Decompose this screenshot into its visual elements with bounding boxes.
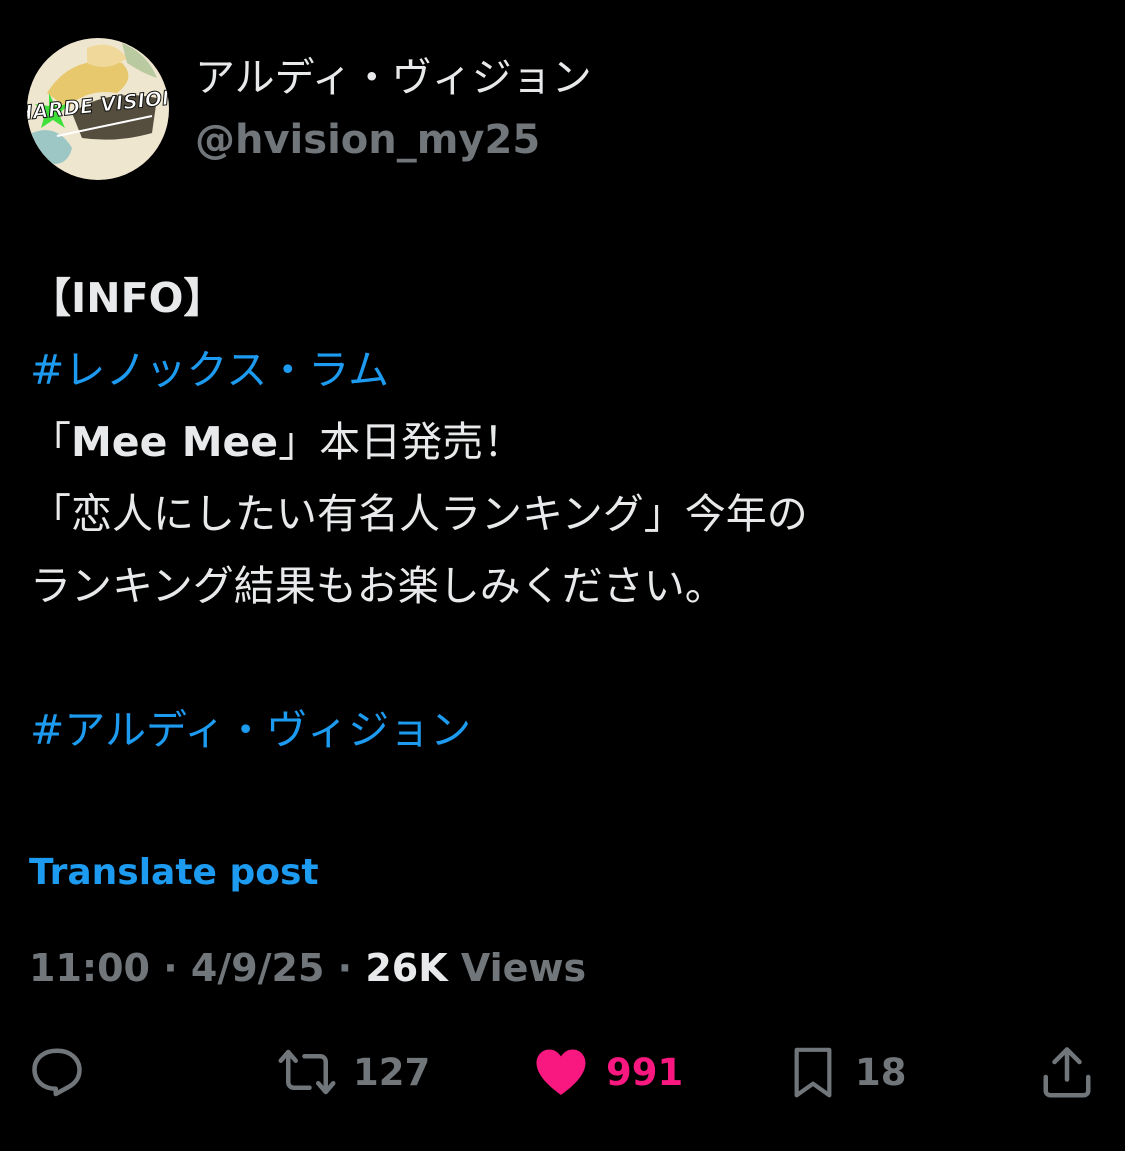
avatar[interactable]: HARDE VISION <box>27 38 169 180</box>
like-count: 991 <box>606 1050 684 1094</box>
product-name: Mee Mee <box>71 418 279 466</box>
views-count[interactable]: 26K <box>365 946 447 990</box>
author-info: アルディ・ヴィジョン @hvision_my25 <box>195 52 592 166</box>
post-date[interactable]: 4/9/25 <box>191 946 325 990</box>
post-line-release: 「Mee Mee」本日発売！ <box>30 406 1090 478</box>
meta-separator: · <box>149 946 191 990</box>
hashtag-link[interactable]: #レノックス・ラム <box>30 346 389 394</box>
bookmark-icon <box>794 1047 832 1098</box>
text-segment: 」本日発売！ <box>278 418 525 466</box>
bookmark-count: 18 <box>855 1050 907 1094</box>
display-name[interactable]: アルディ・ヴィジョン <box>195 52 592 104</box>
translate-post-link[interactable]: Translate post <box>29 850 319 896</box>
meta-separator: · <box>324 946 366 990</box>
share-button[interactable] <box>1037 1040 1097 1104</box>
bookmark-button[interactable]: 18 <box>785 1040 907 1104</box>
post-line-ranking: 「恋人にしたい有名人ランキング」今年の <box>30 490 808 538</box>
heart-icon <box>536 1049 586 1095</box>
action-bar: 127 991 18 <box>27 1040 1097 1104</box>
reply-icon <box>32 1048 82 1097</box>
text-segment: 「 <box>30 418 71 466</box>
reply-button[interactable] <box>27 1040 87 1104</box>
views-label: Views <box>447 946 587 990</box>
repost-icon <box>278 1049 336 1095</box>
post-line-results: ランキング結果もお楽しみください。 <box>30 562 726 610</box>
post-time[interactable]: 11:00 <box>29 946 150 990</box>
post-line-info: 【INFO】 <box>30 274 225 322</box>
avatar-logo: HARDE VISION <box>27 38 169 180</box>
repost-count: 127 <box>353 1050 431 1094</box>
share-icon <box>1043 1047 1091 1098</box>
post-body: 【INFO】 #レノックス・ラム 「Mee Mee」本日発売！ 「恋人にしたい有… <box>30 262 1090 766</box>
like-button[interactable]: 991 <box>530 1040 683 1104</box>
post-meta: 11:00 · 4/9/25 · 26K Views <box>29 943 586 993</box>
user-handle[interactable]: @hvision_my25 <box>195 114 592 166</box>
hashtag-link[interactable]: #アルディ・ヴィジョン <box>30 706 471 754</box>
post-header: HARDE VISION アルディ・ヴィジョン @hvision_my25 <box>27 38 592 180</box>
repost-button[interactable]: 127 <box>275 1040 430 1104</box>
